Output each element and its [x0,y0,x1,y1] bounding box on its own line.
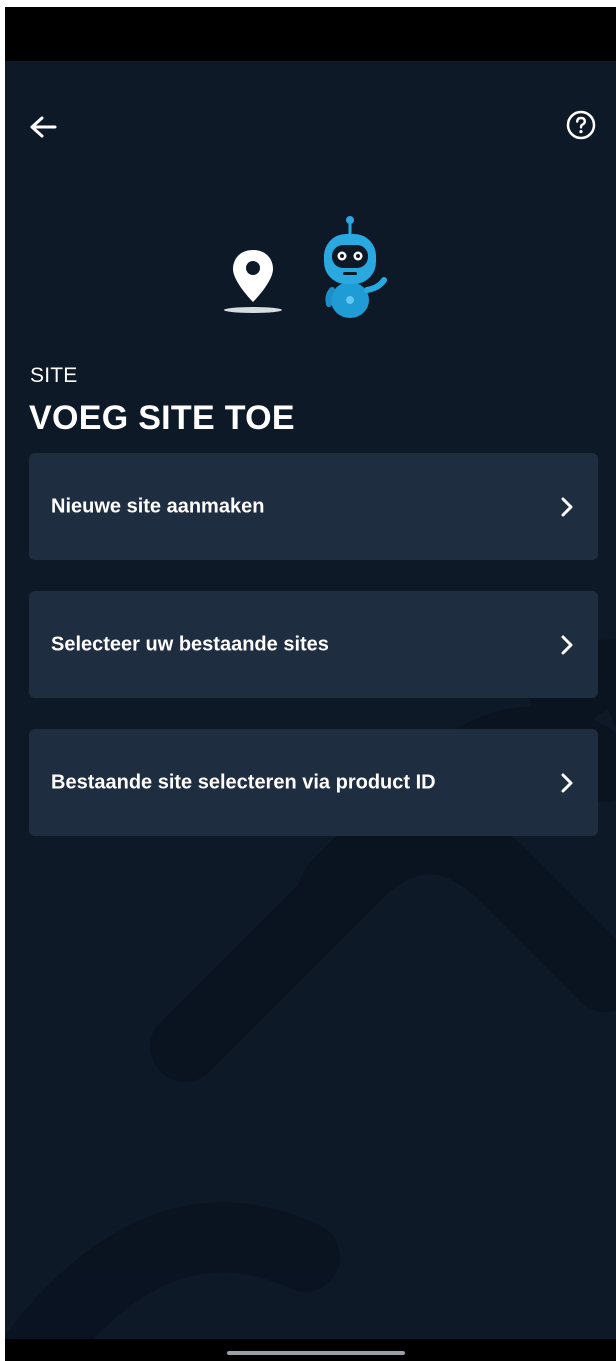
chevron-right-icon [561,773,573,792]
back-button[interactable] [23,107,63,147]
question-circle-icon [566,110,596,140]
arrow-left-icon [30,116,57,138]
robot-mascot-icon [324,216,387,318]
map-pin-icon [224,250,282,313]
system-navigation-bar [5,1339,616,1361]
option-label: Bestaande site selecteren via product ID [51,771,436,793]
product-id-option[interactable]: Bestaande site selecteren via product ID [29,729,598,836]
chevron-right-icon [561,497,573,516]
home-gesture-handle[interactable] [227,1351,405,1355]
section-label: SITE [30,364,78,387]
status-bar [5,7,616,61]
site-illustration [224,216,387,318]
page-title: VOEG SITE TOE [29,399,295,437]
option-label: Nieuwe site aanmaken [51,495,265,517]
add-site-options: Nieuwe site aanmaken Selecteer uw bestaa… [29,453,598,867]
app-screen: SITE VOEG SITE TOE Nieuwe site aanmaken … [5,7,616,1361]
new-site-option[interactable]: Nieuwe site aanmaken [29,453,598,560]
chevron-right-icon [561,635,573,654]
option-label: Selecteer uw bestaande sites [51,633,329,655]
help-button[interactable] [561,105,601,145]
existing-sites-option[interactable]: Selecteer uw bestaande sites [29,591,598,698]
